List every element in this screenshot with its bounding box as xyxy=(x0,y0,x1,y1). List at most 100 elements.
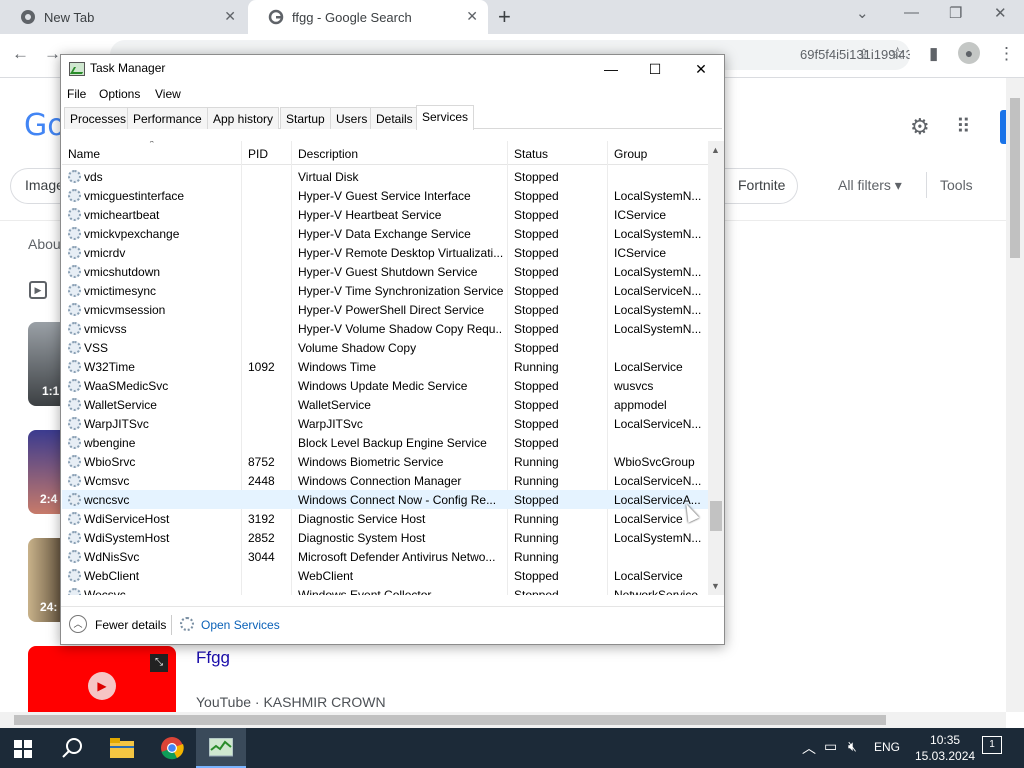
services-table: ⌃ Name PID Description Status Group vds V… xyxy=(62,141,708,595)
minimize-icon[interactable]: — xyxy=(591,57,631,81)
table-row[interactable]: W32Time 1092 Windows Time Running LocalServi… xyxy=(62,357,708,376)
table-row[interactable]: WaaSMedicSvc Windows Update Medic Service… xyxy=(62,376,708,395)
result-title[interactable]: Ffgg xyxy=(196,648,230,668)
table-row[interactable]: vmicvss Hyper-V Volume Shadow Copy Requ..… xyxy=(62,319,708,338)
new-tab-icon[interactable]: + xyxy=(498,4,511,30)
chip-label: Fortnite xyxy=(738,177,786,193)
minimize-icon[interactable]: — xyxy=(904,4,919,21)
table-row[interactable]: vmicguestinterface Hyper-V Guest Service … xyxy=(62,186,708,205)
table-row[interactable]: VSS Volume Shadow Copy Stopped xyxy=(62,338,708,357)
column-group[interactable]: Group xyxy=(614,147,647,161)
column-name[interactable]: Name xyxy=(68,147,100,161)
search-icon[interactable] xyxy=(60,736,86,760)
task-manager-titlebar[interactable]: Task Manager — ☐ ✕ xyxy=(61,55,724,83)
chrome-menu-icon[interactable]: ⋮ xyxy=(998,44,1015,64)
fortnite-chip[interactable]: Fortnite xyxy=(724,168,798,204)
language-indicator[interactable]: ENG xyxy=(874,740,900,754)
profile-avatar-icon[interactable]: ● xyxy=(958,42,980,64)
tab-google-search[interactable]: ffgg - Google Search ✕ xyxy=(248,0,488,34)
cell-status: Running xyxy=(514,550,559,564)
menu-file[interactable]: File xyxy=(67,87,86,101)
service-gear-icon xyxy=(68,189,81,202)
side-panel-icon[interactable]: ▮ xyxy=(929,44,938,64)
table-row[interactable]: WdNisSvc 3044 Microsoft Defender Antivirus… xyxy=(62,547,708,566)
volume-muted-icon[interactable]: 🔇︎ xyxy=(848,738,857,755)
menu-view[interactable]: View xyxy=(155,87,181,101)
cell-status: Running xyxy=(514,474,559,488)
restore-icon[interactable]: ❐ xyxy=(949,4,962,22)
tab-processes[interactable]: Processes xyxy=(64,107,133,129)
chrome-icon[interactable] xyxy=(160,736,186,760)
table-row[interactable]: vmicheartbeat Hyper-V Heartbeat Service St… xyxy=(62,205,708,224)
video-play-icon[interactable]: ▶ xyxy=(29,281,47,299)
video-thumbnail[interactable]: 1:1 xyxy=(28,322,60,406)
page-horizontal-scrollbar[interactable] xyxy=(0,712,1006,728)
settings-gear-icon[interactable]: ⚙ xyxy=(910,114,930,140)
close-tab-icon[interactable]: ✕ xyxy=(224,8,236,25)
table-row[interactable]: vds Virtual Disk Stopped xyxy=(62,167,708,186)
close-window-icon[interactable]: ✕ xyxy=(681,57,721,81)
table-row[interactable]: WdiSystemHost 2852 Diagnostic System Host R… xyxy=(62,528,708,547)
column-pid[interactable]: PID xyxy=(248,147,268,161)
windows-start-icon[interactable] xyxy=(14,740,40,764)
footer-divider xyxy=(171,615,172,635)
table-row[interactable]: WdiServiceHost 3192 Diagnostic Service Hos… xyxy=(62,509,708,528)
scrollbar-thumb[interactable] xyxy=(1010,98,1020,258)
cell-desc: WarpJITSvc xyxy=(298,417,363,431)
all-filters-button[interactable]: All filters ▾ xyxy=(838,177,902,194)
table-row[interactable]: Wcmsvc 2448 Windows Connection Manager Runn… xyxy=(62,471,708,490)
scroll-down-icon[interactable]: ▼ xyxy=(711,581,720,591)
table-vertical-scrollbar[interactable]: ▲ ▼ xyxy=(708,141,724,595)
file-explorer-icon[interactable] xyxy=(110,738,136,762)
chrome-icon xyxy=(20,9,36,25)
scrollbar-thumb[interactable] xyxy=(14,715,886,725)
tab-new-tab[interactable]: New Tab ✕ xyxy=(0,0,246,34)
maximize-icon[interactable]: ☐ xyxy=(635,57,675,81)
table-row[interactable]: vmicrdv Hyper-V Remote Desktop Virtualiza… xyxy=(62,243,708,262)
task-manager-icon xyxy=(69,62,85,76)
network-icon[interactable]: ▭ xyxy=(824,738,837,755)
tab-search-icon[interactable]: ⌄ xyxy=(856,4,869,22)
tab-services[interactable]: Services xyxy=(416,105,475,130)
close-window-icon[interactable]: ✕ xyxy=(994,4,1007,22)
menu-options[interactable]: Options xyxy=(99,87,140,101)
bookmark-star-icon[interactable]: ☆ xyxy=(890,44,905,64)
table-row[interactable]: vmicvmsession Hyper-V PowerShell Direct S… xyxy=(62,300,708,319)
task-manager-taskbar-icon[interactable] xyxy=(196,728,246,768)
scrollbar-thumb[interactable] xyxy=(710,501,722,531)
table-row[interactable]: WalletService WalletService Stopped appmode… xyxy=(62,395,708,414)
table-row[interactable]: vmickvpexchange Hyper-V Data Exchange Ser… xyxy=(62,224,708,243)
table-row[interactable]: vmicshutdown Hyper-V Guest Shutdown Servi… xyxy=(62,262,708,281)
back-arrow-icon[interactable]: ← xyxy=(12,44,29,64)
column-description[interactable]: Description xyxy=(298,147,358,161)
video-thumbnail[interactable]: 2:4 xyxy=(28,430,60,514)
table-row[interactable]: vmictimesync Hyper-V Time Synchronization… xyxy=(62,281,708,300)
page-vertical-scrollbar[interactable] xyxy=(1006,78,1024,712)
apps-grid-icon[interactable]: ⠿ xyxy=(956,114,971,139)
chevron-up-icon[interactable]: ︿ xyxy=(69,615,87,633)
system-clock[interactable]: 10:35 15.03.2024 xyxy=(915,732,975,764)
tab-details[interactable]: Details xyxy=(370,107,419,129)
scroll-up-icon[interactable]: ▲ xyxy=(711,145,720,155)
tab-app-history[interactable]: App history xyxy=(207,107,280,129)
column-status[interactable]: Status xyxy=(514,147,548,161)
show-hidden-icons-icon[interactable]: ︿ xyxy=(802,738,816,758)
youtube-play-icon[interactable]: ▶ xyxy=(88,672,116,700)
table-row[interactable]: wcncsvc Windows Connect Now - Config Re..… xyxy=(62,490,708,509)
share-icon[interactable]: ⇪ xyxy=(858,46,870,63)
table-row[interactable]: wbengine Block Level Backup Engine Servic… xyxy=(62,433,708,452)
fewer-details-button[interactable]: Fewer details xyxy=(95,618,166,632)
notifications-icon[interactable]: 1 xyxy=(982,736,1002,754)
tools-button[interactable]: Tools xyxy=(940,177,973,193)
tab-users[interactable]: Users xyxy=(330,107,374,129)
table-row[interactable]: WebClient WebClient Stopped LocalService xyxy=(62,566,708,585)
forward-arrow-icon[interactable]: → xyxy=(44,44,61,64)
open-services-link[interactable]: Open Services xyxy=(201,618,280,632)
close-tab-icon[interactable]: ✕ xyxy=(466,8,478,25)
tab-startup[interactable]: Startup xyxy=(280,107,331,129)
table-row[interactable]: WbioSrvc 8752 Windows Biometric Service Run… xyxy=(62,452,708,471)
table-row[interactable]: Wecsvc Windows Event Collector Stopped Netw… xyxy=(62,585,708,595)
tab-performance[interactable]: Performance xyxy=(127,107,208,129)
table-row[interactable]: WarpJITSvc WarpJITSvc Stopped LocalServiceN… xyxy=(62,414,708,433)
video-thumbnail[interactable]: 24: xyxy=(28,538,60,622)
